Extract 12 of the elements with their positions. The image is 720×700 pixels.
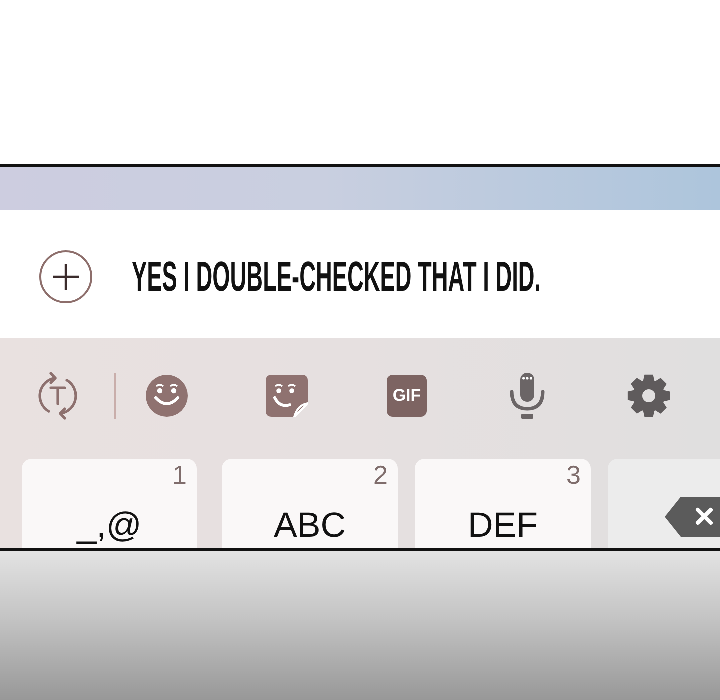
keyboard-key[interactable]: 2 ABC bbox=[222, 459, 398, 548]
add-icon[interactable] bbox=[39, 250, 93, 304]
microphone-icon[interactable] bbox=[510, 373, 545, 419]
keyboard-key[interactable]: 1 _,@ bbox=[22, 459, 197, 548]
keyboard-key[interactable]: 3 DEF bbox=[415, 459, 591, 548]
settings-icon[interactable] bbox=[627, 374, 671, 418]
backspace-icon bbox=[665, 497, 720, 537]
message-text: YES I DOUBLE-CHECKED THAT I DID. bbox=[132, 256, 542, 298]
backspace-key[interactable] bbox=[608, 459, 720, 548]
sticker-icon[interactable] bbox=[266, 375, 308, 417]
smiley-icon[interactable] bbox=[146, 375, 188, 417]
gif-button[interactable]: GIF bbox=[387, 375, 427, 417]
